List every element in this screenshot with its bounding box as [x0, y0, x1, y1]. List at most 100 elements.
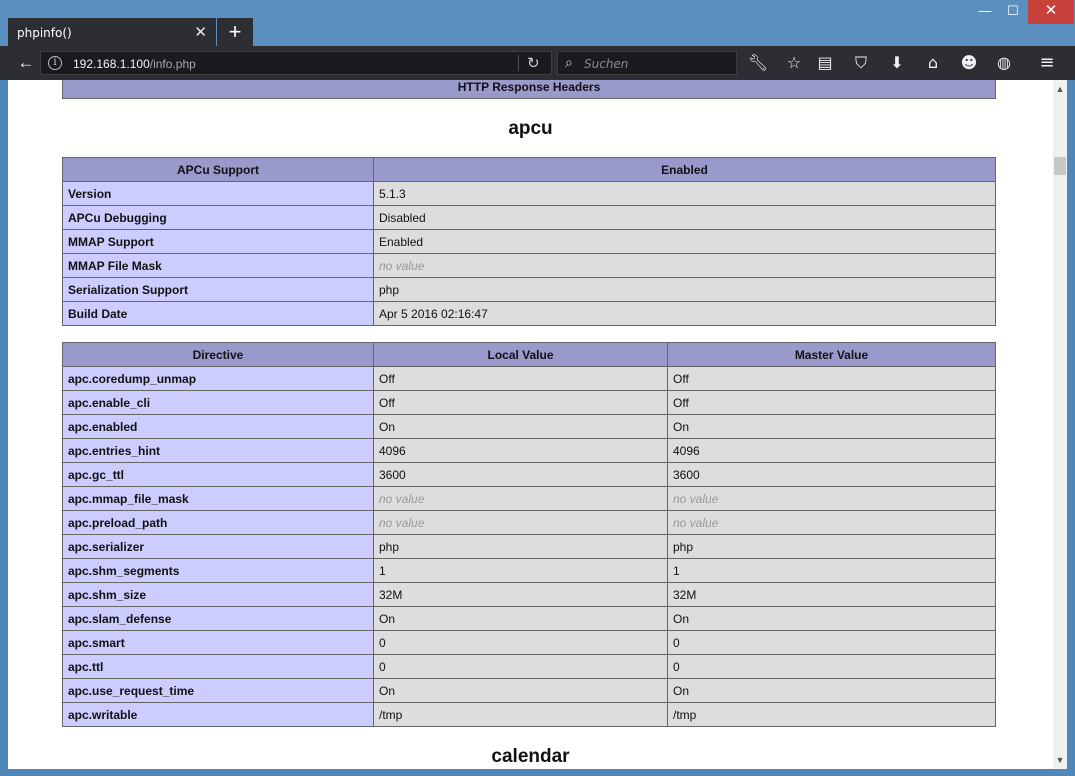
- scroll-down-icon[interactable]: ▼: [1053, 753, 1067, 767]
- apcu-support-table: APCu Support Enabled Version 5.1.3 APCu D…: [62, 157, 996, 326]
- master-value: no value: [667, 486, 996, 511]
- scroll-up-icon[interactable]: ▲: [1053, 82, 1067, 96]
- local-value: Off: [373, 366, 668, 391]
- table-row: apc.mmap_file_mask no value no value: [62, 486, 996, 511]
- close-icon[interactable]: ✕: [194, 23, 207, 41]
- url-text: 192.168.1.100/info.php: [73, 57, 196, 71]
- window-frame-bottom: [0, 769, 1075, 776]
- directive-name: apc.gc_ttl: [62, 462, 374, 487]
- master-value: Off: [667, 390, 996, 415]
- master-value: On: [667, 414, 996, 439]
- directive-name: apc.slam_defense: [62, 606, 374, 631]
- table-row: apc.smart 0 0: [62, 630, 996, 655]
- window-frame-right: [1067, 80, 1075, 776]
- directive-name: apc.preload_path: [62, 510, 374, 535]
- directive-name: apc.enabled: [62, 414, 374, 439]
- master-value: /tmp: [667, 702, 996, 727]
- local-value: 0: [373, 630, 668, 655]
- table-row: apc.coredump_unmap Off Off: [62, 366, 996, 391]
- maximize-icon[interactable]: ☐: [998, 0, 1028, 24]
- table-row: MMAP File Mask no value: [62, 253, 996, 278]
- reader-icon[interactable]: ▤: [813, 52, 837, 74]
- row-value: Enabled: [373, 229, 996, 254]
- directive-name: apc.writable: [62, 702, 374, 727]
- directive-table: Directive Local Value Master Value apc.c…: [62, 342, 996, 727]
- home-icon[interactable]: ⌂: [921, 52, 945, 74]
- info-icon[interactable]: i: [48, 56, 62, 70]
- directive-name: apc.smart: [62, 630, 374, 655]
- minimize-icon[interactable]: —: [970, 0, 1000, 24]
- row-value: Apr 5 2016 02:16:47: [373, 301, 996, 326]
- row-name: MMAP File Mask: [62, 253, 374, 278]
- directive-name: apc.enable_cli: [62, 390, 374, 415]
- local-value: 3600: [373, 462, 668, 487]
- local-value: /tmp: [373, 702, 668, 727]
- directive-name: apc.shm_segments: [62, 558, 374, 583]
- table-row: apc.preload_path no value no value: [62, 510, 996, 535]
- vertical-scrollbar[interactable]: ▲ ▼: [1053, 80, 1067, 769]
- table-row: apc.gc_ttl 3600 3600: [62, 462, 996, 487]
- directive-name: apc.shm_size: [62, 582, 374, 607]
- directive-name: apc.use_request_time: [62, 678, 374, 703]
- plus-icon[interactable]: +: [217, 18, 253, 47]
- master-value: On: [667, 606, 996, 631]
- table-row: apc.entries_hint 4096 4096: [62, 438, 996, 463]
- url-path: /info.php: [149, 57, 196, 71]
- tab-phpinfo[interactable]: phpinfo() ✕: [8, 18, 216, 47]
- search-input[interactable]: Suchen: [584, 57, 628, 71]
- master-value: php: [667, 534, 996, 559]
- table-row: apc.ttl 0 0: [62, 654, 996, 679]
- table-header-row: APCu Support Enabled: [62, 157, 996, 182]
- table-header: Master Value: [667, 342, 996, 367]
- table-row: APCu Debugging Disabled: [62, 205, 996, 230]
- table-row: apc.enable_cli Off Off: [62, 390, 996, 415]
- url-bar[interactable]: i 192.168.1.100/info.php ↻: [40, 51, 552, 75]
- pocket-icon[interactable]: ⛉: [849, 52, 873, 74]
- menu-icon[interactable]: ≡: [1035, 52, 1059, 74]
- master-value: On: [667, 678, 996, 703]
- master-value: 0: [667, 630, 996, 655]
- table-header: Local Value: [373, 342, 668, 367]
- local-value: no value: [373, 486, 668, 511]
- table-row: apc.use_request_time On On: [62, 678, 996, 703]
- arrow-left-icon[interactable]: ←: [14, 52, 38, 74]
- local-value: 4096: [373, 438, 668, 463]
- globe-icon[interactable]: ◍: [992, 52, 1016, 74]
- row-value: php: [373, 277, 996, 302]
- table-row: Build Date Apr 5 2016 02:16:47: [62, 301, 996, 326]
- local-value: Off: [373, 390, 668, 415]
- local-value: 0: [373, 654, 668, 679]
- directive-name: apc.mmap_file_mask: [62, 486, 374, 511]
- row-value: no value: [373, 253, 996, 278]
- directive-name: apc.coredump_unmap: [62, 366, 374, 391]
- section-title-calendar: calendar: [491, 746, 570, 767]
- master-value: 0: [667, 654, 996, 679]
- window-close-icon[interactable]: ✕: [1028, 0, 1074, 24]
- url-host: 192.168.1.100: [73, 57, 150, 71]
- master-value: no value: [667, 510, 996, 535]
- local-value: On: [373, 414, 668, 439]
- directive-name: apc.ttl: [62, 654, 374, 679]
- wrench-icon[interactable]: 🔧︎: [746, 52, 770, 74]
- download-icon[interactable]: ⬇: [885, 52, 909, 74]
- master-value: 1: [667, 558, 996, 583]
- directive-name: apc.entries_hint: [62, 438, 374, 463]
- star-icon[interactable]: ☆: [782, 52, 806, 74]
- search-bar[interactable]: ⌕ Suchen: [557, 51, 737, 75]
- http-response-headers-bar: HTTP Response Headers: [62, 80, 996, 99]
- row-name: Serialization Support: [62, 277, 374, 302]
- table-row: apc.shm_segments 1 1: [62, 558, 996, 583]
- local-value: 32M: [373, 582, 668, 607]
- local-value: php: [373, 534, 668, 559]
- tab-title: phpinfo(): [17, 26, 72, 40]
- row-name: APCu Debugging: [62, 205, 374, 230]
- scrollbar-thumb[interactable]: [1054, 157, 1066, 175]
- page-content: HTTP Response Headers apcu APCu Support …: [8, 80, 1053, 769]
- local-value: On: [373, 606, 668, 631]
- nav-bar: ← i 192.168.1.100/info.php ↻ ⌕ Suchen 🔧︎…: [0, 46, 1075, 80]
- reload-icon[interactable]: ↻: [527, 54, 540, 72]
- table-header: Enabled: [373, 157, 996, 182]
- smiley-icon[interactable]: ☻: [957, 52, 981, 74]
- local-value: no value: [373, 510, 668, 535]
- row-name: Build Date: [62, 301, 374, 326]
